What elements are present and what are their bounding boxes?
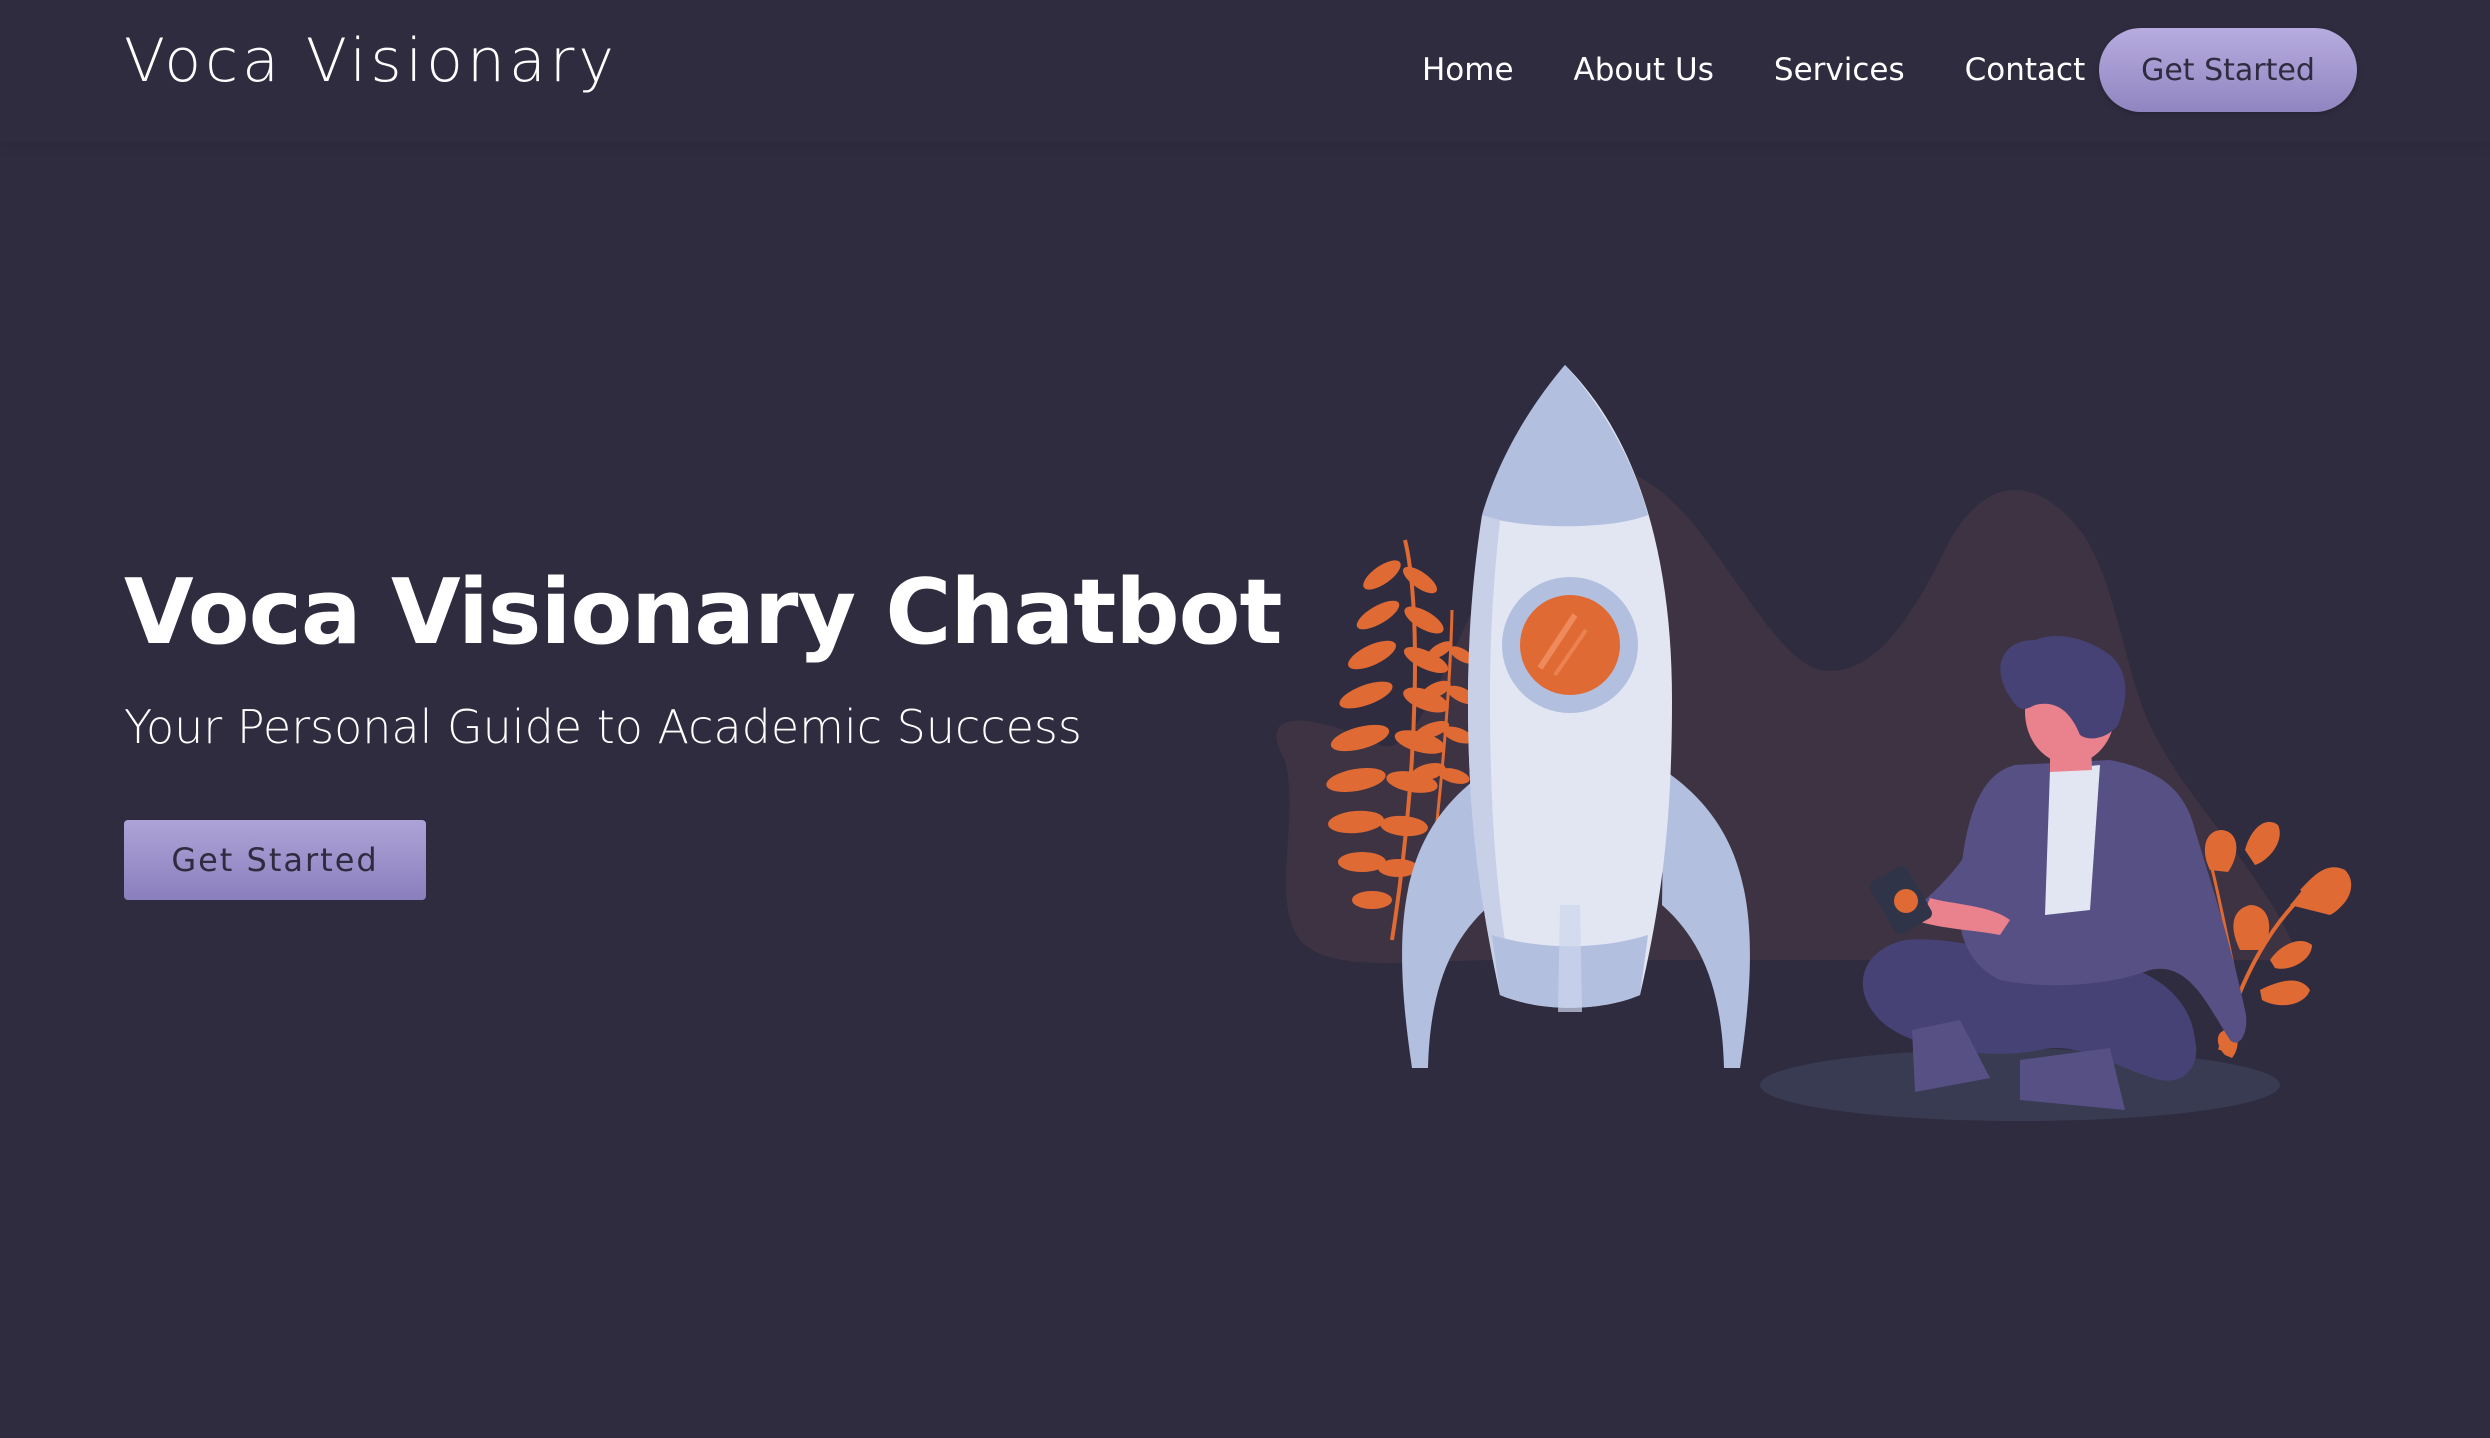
hero-subtitle: Your Personal Guide to Academic Success [124,700,1082,754]
navbar: Voca Visionary Home About Us Services Co… [0,0,2490,142]
nav-link-contact[interactable]: Contact [1965,50,2086,90]
nav-link-home[interactable]: Home [1422,50,1514,90]
nav-get-started-button[interactable]: Get Started [2099,28,2357,112]
brand-logo[interactable]: Voca Visionary [124,26,618,96]
nav-menu: Home About Us Services Contact [1422,50,2145,90]
nav-link-services[interactable]: Services [1774,50,1905,90]
hero-title: Voca Visionary Chatbot [124,560,1282,665]
nav-link-about-us[interactable]: About Us [1574,50,1714,90]
hero-get-started-button[interactable]: Get Started [124,820,426,900]
rocket-launch-illustration [1276,365,2352,1121]
